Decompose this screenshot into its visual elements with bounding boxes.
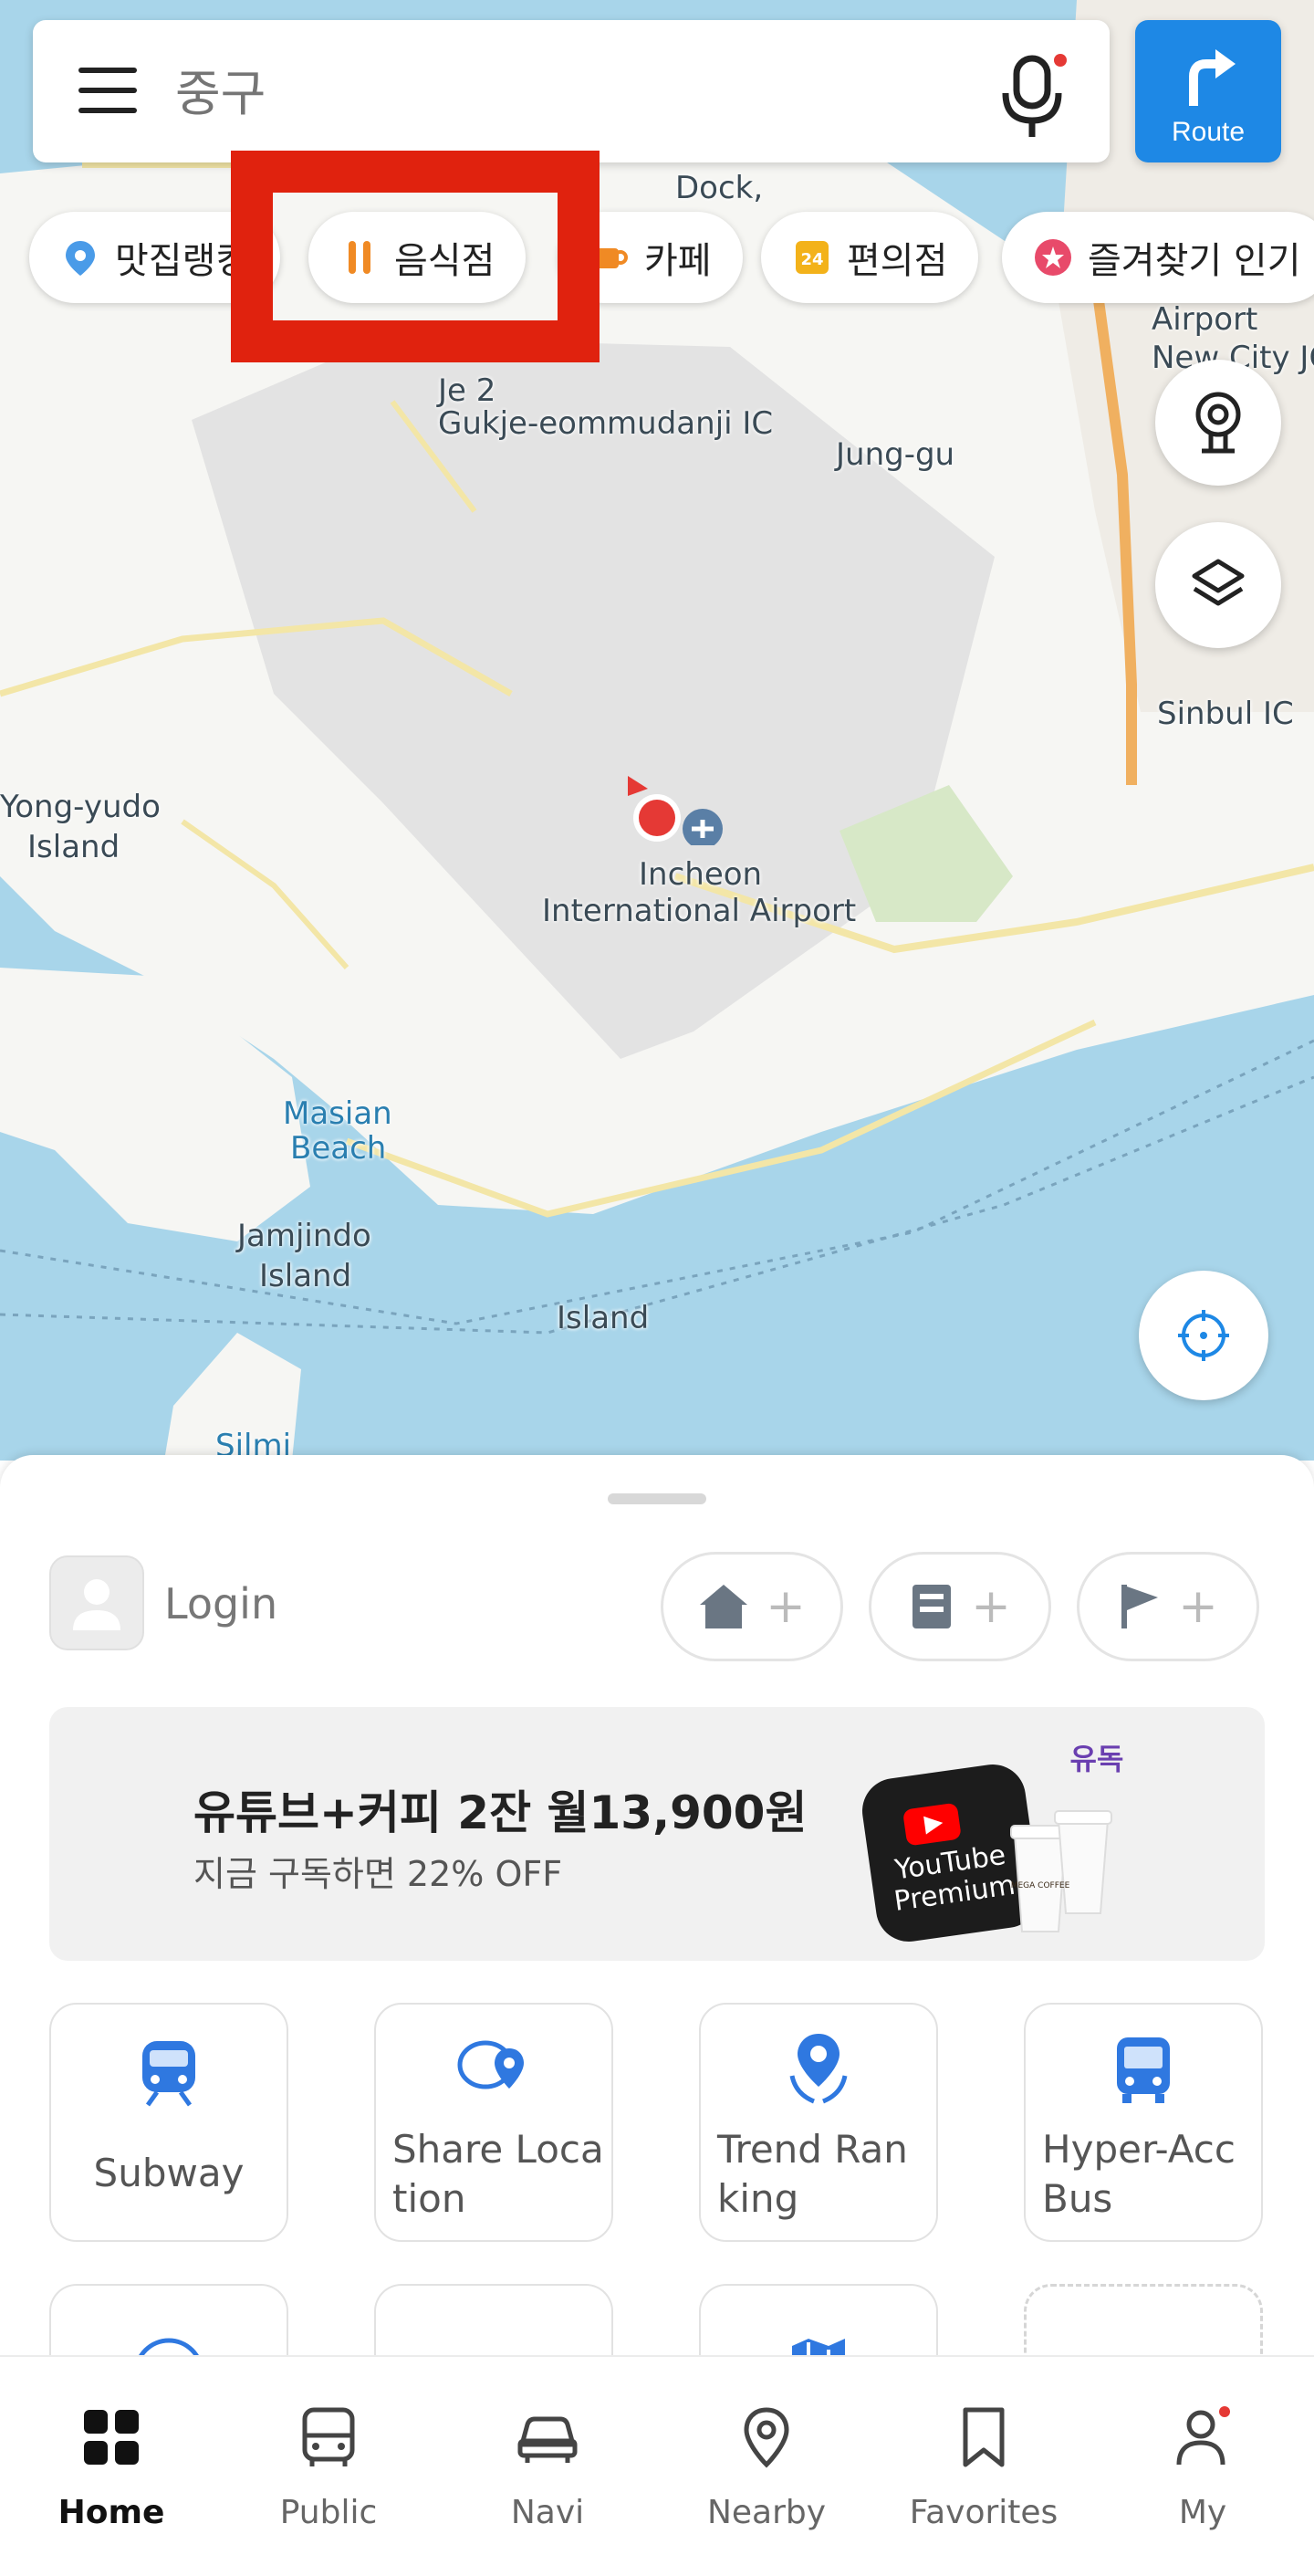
nav-label: Home [57,2494,165,2531]
work-shortcut-button[interactable]: + [869,1552,1051,1661]
chip-label: 즐겨찾기 인기 [1088,240,1301,282]
convenience-24-icon: 24 [792,237,832,277]
nav-label: My [1178,2494,1227,2531]
route-button[interactable]: Route [1135,20,1281,162]
add-icon: + [766,1579,806,1634]
tile-label: Share Location [392,2127,604,2221]
route-arrow-icon [1189,49,1236,106]
tile-hyper-acc-bus[interactable]: Hyper-Acc Bus [1024,2003,1263,2242]
home-icon [700,1585,748,1628]
map-label-jamjin-2: Island [259,1258,352,1294]
map-label-dock: Dock, [675,170,764,206]
car-icon [517,2416,578,2463]
current-location-marker [628,776,723,845]
tile-label: Hyper-Acc Bus [1042,2127,1236,2221]
svg-text:24: 24 [800,250,823,269]
nav-my[interactable]: My [1111,2357,1294,2576]
promo-image: 유독 YouTube Premium MEGA COFFEE [862,1742,1124,1942]
banner-title: 유튜브+커피 2잔 월13,900원 [193,1786,808,1839]
map-label-gukje: Gukje-eommudanji IC [438,405,774,442]
microphone-icon[interactable] [996,51,1069,139]
highlight-box [231,151,600,362]
pin-ranking-icon [60,237,100,277]
crosshair-icon [1178,1310,1229,1361]
map-label-jamjin-1: Jamjindo [237,1218,371,1254]
sheet-drag-handle[interactable] [608,1493,706,1504]
route-label: Route [1171,117,1246,147]
nav-label: Nearby [706,2494,827,2531]
bottom-sheet[interactable]: Login + + + 유튜브+커피 2잔 월13,900원 지금 구독하면 2… [0,1455,1314,2393]
nav-navi[interactable]: Navi [456,2357,639,2576]
layers-icon [1192,559,1245,606]
map-label-island: Island [557,1300,650,1336]
map-label-je2: Je 2 [438,372,496,409]
tile-label: Trend Ranking [717,2127,908,2221]
star-icon [1033,237,1073,277]
trend-ranking-icon [789,2034,848,2104]
chip-favorites-popular[interactable]: 즐겨찾기 인기 [1002,212,1314,303]
flag-shortcut-button[interactable]: + [1077,1552,1259,1661]
layers-button[interactable] [1155,522,1281,648]
person-icon [1176,2406,1230,2466]
nav-label: Favorites [909,2494,1058,2531]
bus-icon [1117,2037,1170,2103]
bookmark-icon [963,2407,1005,2467]
tile-share-location[interactable]: Share Location [374,2003,613,2242]
nav-label: Public [279,2494,378,2531]
search-input[interactable] [173,57,962,130]
bus-outline-icon [302,2407,355,2466]
add-icon: + [971,1579,1011,1634]
promo-banner[interactable]: 유튜브+커피 2잔 월13,900원 지금 구독하면 22% OFF 유독 Yo… [49,1707,1265,1961]
location-pin-icon [744,2407,789,2468]
flag-icon [1121,1585,1159,1628]
map-label-junggu: Jung-gu [836,436,955,473]
tile-subway[interactable]: Subway [49,2003,288,2242]
promo-badge: 유독 [1070,1742,1124,1776]
chip-label: 편의점 [847,240,948,282]
map-label-masian-1: Masian [283,1095,392,1132]
map-label-yongyu-1: Yong-yudo [0,789,161,825]
camera-pin-icon [1195,392,1241,454]
menu-icon[interactable] [78,68,137,115]
avatar[interactable] [49,1555,144,1650]
nav-label: Navi [510,2494,585,2531]
map-label-masian-2: Beach [290,1130,387,1167]
building-icon [912,1585,952,1628]
nav-nearby[interactable]: Nearby [675,2357,858,2576]
map-label-yongyu-2: Island [27,829,120,865]
bottom-navigation: Home Public Navi Nearby Favorites My [0,2355,1314,2576]
chip-label: 카페 [644,240,712,282]
map-label-sinbul: Sinbul IC [1157,696,1294,732]
subway-icon [142,2041,195,2107]
banner-subtitle: 지금 구독하면 22% OFF [193,1854,563,1894]
home-shortcut-button[interactable]: + [661,1552,843,1661]
nav-home[interactable]: Home [20,2357,203,2576]
map-label-airport-city: Airport [1152,301,1258,338]
chip-label: 맛집랭킹 [115,240,250,282]
tile-trend-ranking[interactable]: Trend Ranking [699,2003,938,2242]
tile-label: Subway [93,2151,245,2195]
share-location-icon [457,2040,524,2089]
map-label-incheon-1: Incheon [639,856,763,893]
coffee-brand: MEGA COFFEE [1011,1881,1070,1890]
cctv-button[interactable] [1155,360,1281,486]
add-icon: + [1178,1579,1218,1634]
map-label-incheon-2: International Airport [542,893,857,929]
chip-convenience[interactable]: 24 편의점 [761,212,979,303]
login-link[interactable]: Login [164,1579,277,1628]
search-bar[interactable] [33,20,1110,162]
user-icon [73,1579,120,1630]
nav-public[interactable]: Public [237,2357,420,2576]
home-grid-icon [84,2410,139,2465]
my-location-button[interactable] [1139,1271,1268,1400]
nav-favorites[interactable]: Favorites [892,2357,1075,2576]
